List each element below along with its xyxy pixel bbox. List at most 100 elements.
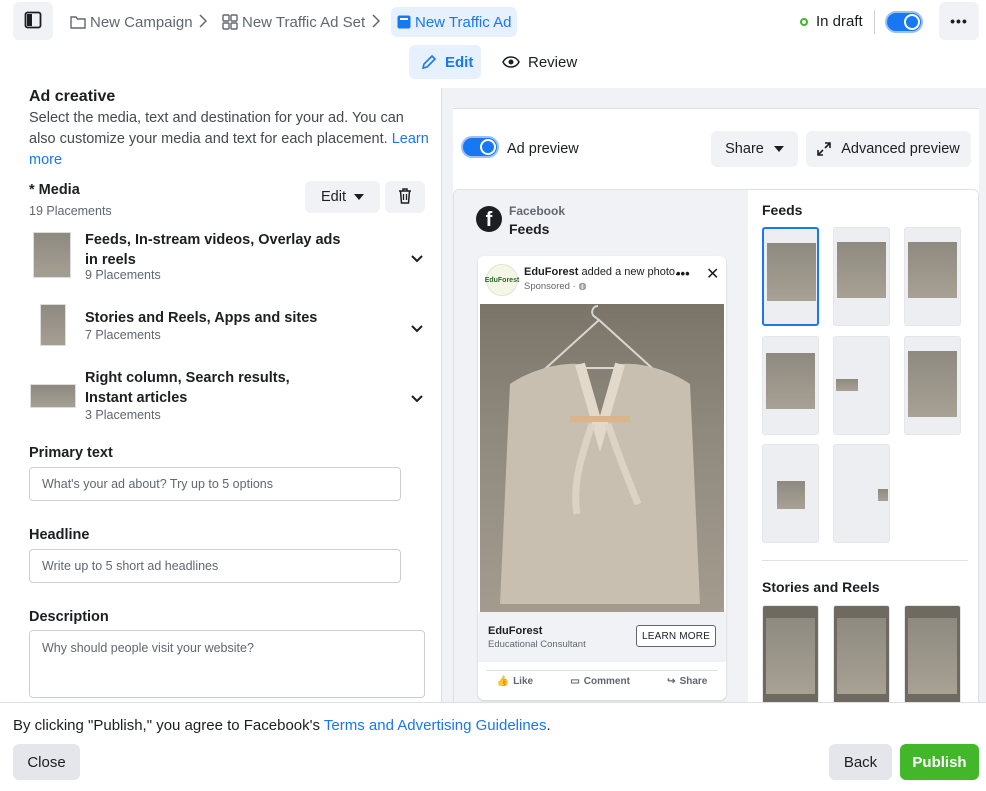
post-header: EduForest added a new photo.: [524, 266, 684, 278]
placement-row-feeds[interactable]: Feeds, In-stream videos, Overlay ads in …: [29, 230, 429, 286]
share-button[interactable]: Share: [711, 131, 798, 167]
placement-preview-thumb[interactable]: [904, 227, 961, 326]
terms-suffix: .: [546, 717, 551, 734]
description-text: Select the media, text and destination f…: [29, 110, 404, 147]
trash-icon: [397, 187, 413, 207]
ad-active-toggle[interactable]: [885, 11, 923, 33]
sponsored-text: Sponsored ·: [524, 281, 579, 292]
advanced-preview-button[interactable]: Advanced preview: [806, 131, 971, 167]
placement-preview-thumb[interactable]: [762, 336, 819, 435]
post-more-icon[interactable]: •••: [676, 266, 690, 281]
placement-thumbnail: [40, 304, 66, 346]
ad-icon: [397, 15, 411, 29]
placement-count: 7 Placements: [85, 328, 161, 342]
stories-section-title: Stories and Reels: [762, 579, 880, 595]
grid-icon: [222, 14, 238, 30]
comment-action[interactable]: ▭ Comment: [570, 676, 630, 687]
section-description: Select the media, text and destination f…: [29, 108, 429, 171]
share-button-label: Share: [725, 141, 764, 157]
like-icon: 👍: [496, 676, 510, 687]
media-edit-label: Edit: [321, 189, 346, 205]
post-subtitle: Educational Consultant: [488, 639, 586, 650]
primary-text-input[interactable]: [29, 467, 401, 501]
eye-icon: [502, 56, 520, 68]
ad-preview-label: Ad preview: [507, 141, 579, 157]
ad-post-preview: EduForest EduForest added a new photo. S…: [478, 256, 726, 700]
comment-label: Comment: [583, 676, 630, 687]
placement-preview-thumb[interactable]: [904, 336, 961, 435]
breadcrumb-campaign-label: New Campaign: [90, 13, 193, 31]
folder-icon: [70, 15, 86, 29]
media-placement-count: 19 Placements: [29, 204, 112, 218]
caret-down-icon: [354, 194, 364, 200]
status-dot-icon: [800, 17, 808, 26]
divider: [874, 10, 875, 34]
chevron-right-icon: [199, 14, 208, 31]
story-preview-thumb[interactable]: [904, 605, 961, 702]
sidebar-icon: [24, 11, 42, 32]
terms-link[interactable]: Terms and Advertising Guidelines: [324, 717, 547, 734]
breadcrumb-ad[interactable]: New Traffic Ad: [391, 7, 518, 37]
preview-area: f Facebook Feeds EduForest EduForest add…: [453, 189, 979, 702]
caret-down-icon: [773, 146, 784, 152]
breadcrumb-campaign[interactable]: New Campaign: [70, 7, 193, 37]
sponsored-label: Sponsored · ◍: [524, 281, 587, 292]
placement-row-stories[interactable]: Stories and Reels, Apps and sites 7 Plac…: [29, 304, 429, 346]
placement-name: Right column, Search results, Instant ar…: [85, 370, 290, 406]
placement-name: Stories and Reels, Apps and sites: [85, 310, 318, 326]
share-label: Share: [679, 676, 708, 687]
ad-image: [480, 304, 724, 612]
advanced-preview-label: Advanced preview: [841, 141, 960, 157]
publish-button[interactable]: Publish: [900, 744, 979, 780]
placement-preview-thumb[interactable]: [833, 444, 890, 543]
delete-media-button[interactable]: [385, 181, 425, 213]
feeds-section-title: Feeds: [762, 202, 803, 218]
primary-text-label: Primary text: [29, 445, 113, 461]
share-action[interactable]: ↪ Share: [667, 676, 707, 687]
section-title: Ad creative: [29, 88, 116, 105]
status-label: In draft: [816, 13, 863, 30]
like-label: Like: [513, 676, 534, 687]
breadcrumb-ad-set[interactable]: New Traffic Ad Set: [222, 7, 365, 37]
chevron-right-icon: [372, 14, 381, 31]
terms-notice: By clicking "Publish," you agree to Face…: [13, 717, 551, 734]
placement-thumbnails: Feeds Stories and Reels: [748, 190, 978, 702]
placement-preview-thumb[interactable]: [762, 227, 819, 326]
comment-icon: ▭: [570, 676, 580, 687]
placement-preview-thumb[interactable]: [833, 336, 890, 435]
description-label: Description: [29, 609, 109, 625]
preview-platform: Facebook: [509, 204, 566, 218]
post-action-text: added a new photo.: [578, 266, 679, 278]
chevron-down-icon[interactable]: [411, 390, 423, 406]
preview-placement: Feeds: [509, 221, 550, 237]
story-preview-thumb[interactable]: [833, 605, 890, 702]
like-action[interactable]: 👍 Like: [497, 676, 533, 687]
story-preview-thumb[interactable]: [762, 605, 819, 702]
share-icon: ↪: [667, 676, 676, 687]
tab-review[interactable]: Review: [490, 45, 589, 79]
close-icon[interactable]: ✕: [706, 264, 719, 284]
back-button[interactable]: Back: [829, 744, 892, 780]
placement-name: Feeds, In-stream videos, Overlay ads in …: [85, 232, 341, 268]
chevron-down-icon[interactable]: [411, 320, 423, 336]
media-edit-button[interactable]: Edit: [305, 181, 380, 213]
globe-icon: ◍: [578, 281, 587, 292]
sidebar-toggle-button[interactable]: [13, 2, 53, 40]
description-input[interactable]: [29, 630, 425, 698]
more-options-button[interactable]: •••: [939, 2, 979, 40]
ad-preview-toggle[interactable]: [461, 136, 499, 158]
preview-main: f Facebook Feeds EduForest EduForest add…: [454, 190, 748, 702]
footer-divider: [0, 702, 986, 703]
placement-count: 3 Placements: [85, 408, 161, 422]
placement-preview-thumb[interactable]: [762, 444, 819, 543]
learn-more-button[interactable]: LEARN MORE: [636, 625, 716, 647]
headline-input[interactable]: [29, 549, 401, 583]
placement-preview-thumb[interactable]: [833, 227, 890, 326]
post-brand: EduForest: [488, 625, 543, 637]
preview-card: Ad preview Share Advanced preview f Face…: [453, 108, 979, 702]
chevron-down-icon[interactable]: [411, 250, 423, 266]
close-button[interactable]: Close: [13, 744, 80, 780]
tab-edit[interactable]: Edit: [409, 45, 481, 79]
expand-icon: [817, 142, 832, 156]
placement-row-right-column[interactable]: Right column, Search results, Instant ar…: [29, 366, 429, 422]
